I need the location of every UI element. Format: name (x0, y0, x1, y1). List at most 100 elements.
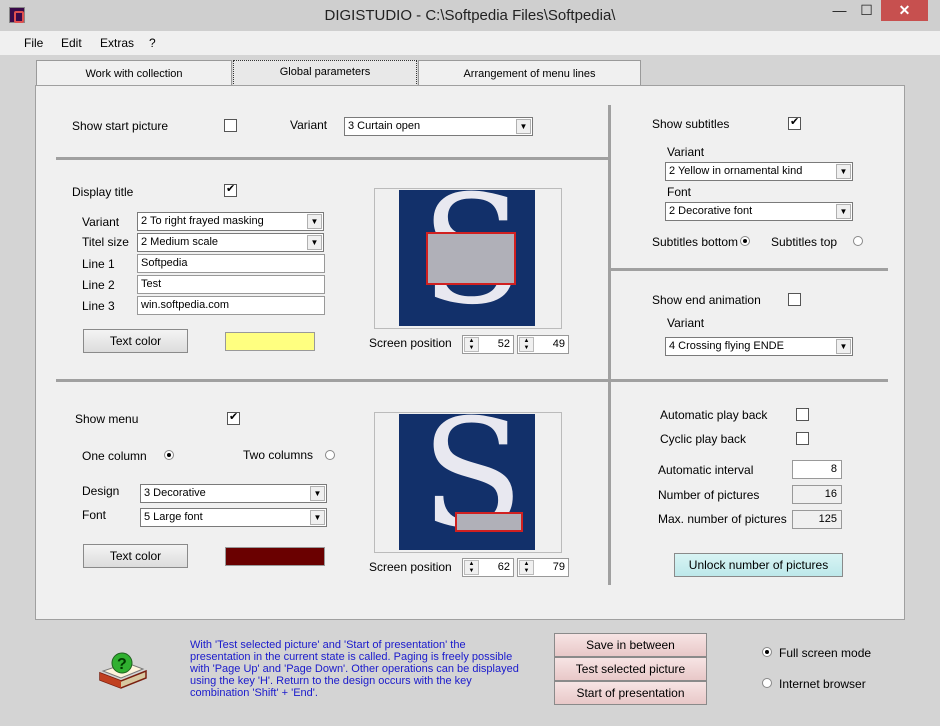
preview-image: S (399, 190, 535, 326)
window-title: DIGISTUDIO - C:\Softpedia Files\Softpedi… (324, 7, 616, 24)
menu-position-box[interactable] (455, 512, 523, 532)
title-variant-value: 2 To right frayed masking (141, 215, 264, 227)
end-variant-select[interactable]: 4 Crossing flying ENDE ▼ (665, 337, 853, 356)
close-button[interactable]: ✕ (881, 0, 928, 21)
preview-image: S (399, 414, 535, 550)
chevron-down-icon[interactable]: ▼ (310, 486, 325, 501)
line3-input[interactable]: win.softpedia.com (137, 296, 325, 315)
start-variant-select[interactable]: 3 Curtain open ▼ (344, 117, 533, 136)
show-end-animation-label: Show end animation (652, 293, 761, 307)
title-variant-select[interactable]: 2 To right frayed masking ▼ (137, 212, 324, 231)
chevron-down-icon[interactable]: ▼ (307, 235, 322, 250)
tab-work-with-collection[interactable]: Work with collection (36, 60, 232, 86)
chevron-down-icon[interactable]: ▼ (307, 214, 322, 229)
menu-color-swatch[interactable] (225, 547, 325, 566)
end-variant-label: Variant (667, 316, 705, 330)
test-selected-picture-button[interactable]: Test selected picture (554, 657, 707, 681)
title-screen-position-label: Screen position (369, 336, 452, 350)
title-position-box[interactable] (426, 232, 516, 285)
subtitles-bottom-label: Subtitles bottom (652, 235, 739, 249)
one-column-label: One column (82, 449, 147, 463)
maximize-button[interactable]: ☐ (853, 0, 880, 21)
separator (611, 268, 888, 271)
design-select[interactable]: 3 Decorative ▼ (140, 484, 327, 503)
show-subtitles-checkbox[interactable] (788, 115, 801, 130)
unlock-number-of-pictures-button[interactable]: Unlock number of pictures (674, 553, 843, 577)
title-size-select[interactable]: 2 Medium scale ▼ (137, 233, 324, 252)
spinner-arrows-icon[interactable]: ▲ ▼ (519, 337, 534, 352)
design-value: 3 Decorative (144, 487, 206, 499)
subtitles-top-radio[interactable] (853, 236, 863, 246)
spinner-arrows-icon[interactable]: ▲ ▼ (464, 337, 479, 352)
title-size-value: 2 Medium scale (141, 236, 219, 248)
start-variant-label: Variant (290, 118, 328, 132)
separator (608, 105, 611, 585)
chevron-down-icon[interactable]: ▼ (310, 510, 325, 525)
subtitles-font-select[interactable]: 2 Decorative font ▼ (665, 202, 853, 221)
svg-text:?: ? (117, 656, 127, 673)
separator (611, 379, 888, 382)
menu-help[interactable]: ? (149, 36, 156, 50)
menu-edit[interactable]: Edit (61, 36, 82, 50)
separator (56, 379, 608, 382)
minimize-button[interactable]: — (826, 0, 853, 21)
internet-browser-radio[interactable] (762, 678, 772, 688)
show-menu-checkbox[interactable] (227, 410, 240, 425)
start-of-presentation-button[interactable]: Start of presentation (554, 681, 707, 705)
title-color-swatch[interactable] (225, 332, 315, 351)
title-bar: DIGISTUDIO - C:\Softpedia Files\Softpedi… (0, 0, 940, 31)
tab-global-parameters[interactable]: Global parameters (233, 60, 417, 86)
chevron-down-icon[interactable]: ▼ (516, 119, 531, 134)
subtitles-variant-value: 2 Yellow in ornamental kind (669, 165, 803, 177)
title-size-label: Titel size (82, 235, 129, 249)
spinner-arrows-icon[interactable]: ▲ ▼ (519, 560, 534, 575)
menu-preview: S (374, 412, 562, 553)
automatic-interval-input[interactable]: 8 (792, 460, 842, 479)
line3-label: Line 3 (82, 299, 115, 313)
show-subtitles-label: Show subtitles (652, 117, 730, 131)
menu-extras[interactable]: Extras (100, 36, 134, 50)
line2-input[interactable]: Test (137, 275, 325, 294)
menu-bar: File Edit Extras ? (0, 31, 940, 55)
subtitles-top-label: Subtitles top (771, 235, 838, 249)
show-start-picture-checkbox[interactable] (224, 119, 237, 132)
chevron-down-icon[interactable]: ▼ (836, 204, 851, 219)
tab-arrangement-of-menu-lines[interactable]: Arrangement of menu lines (418, 60, 641, 86)
full-screen-mode-radio[interactable] (762, 647, 772, 657)
menu-file[interactable]: File (24, 36, 43, 50)
subtitles-bottom-radio[interactable] (740, 236, 750, 246)
title-text-color-button[interactable]: Text color (83, 329, 188, 353)
menu-pos-x-value: 62 (497, 561, 510, 573)
chevron-down-icon[interactable]: ▼ (836, 339, 851, 354)
line1-input[interactable]: Softpedia (137, 254, 325, 273)
end-variant-value: 4 Crossing flying ENDE (669, 340, 784, 352)
design-label: Design (82, 484, 120, 498)
menu-text-color-button[interactable]: Text color (83, 544, 188, 568)
subtitles-variant-select[interactable]: 2 Yellow in ornamental kind ▼ (665, 162, 853, 181)
line2-label: Line 2 (82, 278, 115, 292)
automatic-play-back-checkbox[interactable] (796, 408, 809, 421)
cyclic-play-back-checkbox[interactable] (796, 432, 809, 445)
one-column-radio[interactable] (164, 450, 174, 460)
title-pos-y-value: 49 (552, 338, 565, 350)
menu-font-select[interactable]: 5 Large font ▼ (140, 508, 327, 527)
chevron-down-icon[interactable]: ▼ (836, 164, 851, 179)
menu-pos-x-spinner[interactable]: ▲ ▼ 62 (462, 558, 514, 577)
automatic-interval-label: Automatic interval (658, 463, 754, 477)
menu-pos-y-spinner[interactable]: ▲ ▼ 79 (517, 558, 569, 577)
show-end-animation-checkbox[interactable] (788, 293, 801, 306)
title-pos-x-spinner[interactable]: ▲ ▼ 52 (462, 335, 514, 354)
title-pos-y-spinner[interactable]: ▲ ▼ 49 (517, 335, 569, 354)
save-in-between-button[interactable]: Save in between (554, 633, 707, 657)
two-columns-label: Two columns (243, 448, 314, 462)
start-variant-value: 3 Curtain open (348, 120, 421, 132)
number-of-pictures-value: 16 (792, 485, 842, 504)
max-number-of-pictures-label: Max. number of pictures (658, 512, 787, 526)
internet-browser-label: Internet browser (779, 677, 866, 691)
cyclic-play-back-label: Cyclic play back (660, 432, 747, 446)
menu-font-value: 5 Large font (144, 511, 203, 523)
menu-screen-position-label: Screen position (369, 560, 452, 574)
spinner-arrows-icon[interactable]: ▲ ▼ (464, 560, 479, 575)
display-title-checkbox[interactable] (224, 182, 237, 197)
two-columns-radio[interactable] (325, 450, 335, 460)
